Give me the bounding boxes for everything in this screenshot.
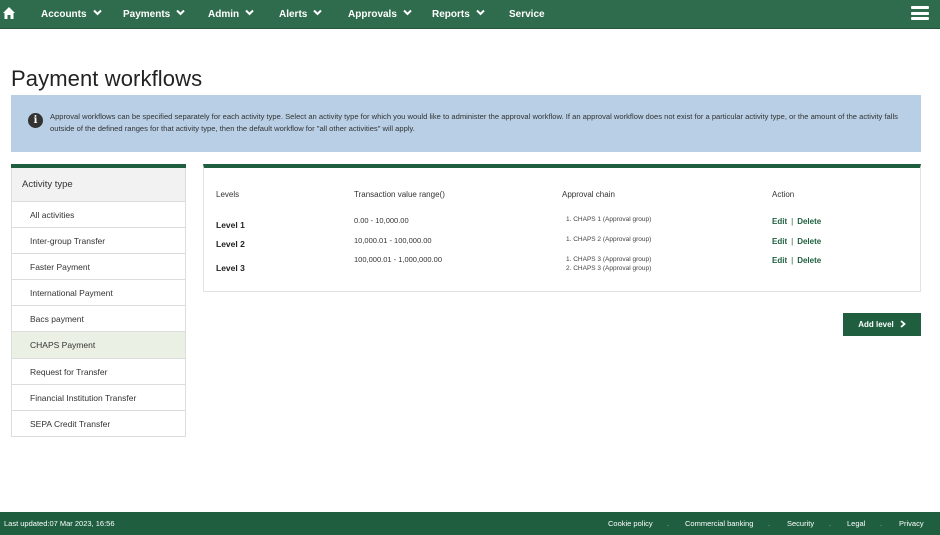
approval-chain-entry: 1. CHAPS 1 (Approval group) bbox=[566, 216, 652, 223]
footer: Last updated:07 Mar 2023, 16:56 Cookie p… bbox=[0, 512, 940, 535]
column-header-levels: Levels bbox=[216, 190, 240, 199]
activity-item-sepa-credit-transfer[interactable]: SEPA Credit Transfer bbox=[11, 410, 186, 437]
chevron-down-icon bbox=[403, 10, 412, 16]
nav-payments-label: Payments bbox=[123, 9, 171, 20]
column-header-range: Transaction value range() bbox=[354, 190, 445, 199]
level-range: 10,000.01 - 100,000.00 bbox=[354, 236, 432, 245]
footer-separator: . bbox=[768, 519, 771, 528]
nav-accounts[interactable]: Accounts bbox=[41, 0, 102, 29]
chevron-down-icon bbox=[176, 10, 185, 16]
home-icon[interactable] bbox=[2, 6, 16, 20]
activity-type-panel: Activity type All activities Inter-group… bbox=[11, 164, 186, 437]
level-approval-chain: 1. CHAPS 2 (Approval group) bbox=[566, 235, 651, 244]
chevron-down-icon bbox=[476, 10, 485, 16]
level-actions: Edit | Delete bbox=[772, 217, 821, 226]
level-name: Level 2 bbox=[216, 239, 245, 249]
edit-link[interactable]: Edit bbox=[772, 237, 787, 246]
menu-icon[interactable] bbox=[911, 6, 929, 20]
column-header-chain: Approval chain bbox=[562, 190, 615, 199]
level-approval-chain: 1. CHAPS 1 (Approval group) bbox=[566, 215, 651, 224]
level-name: Level 3 bbox=[216, 263, 245, 273]
edit-link[interactable]: Edit bbox=[772, 217, 787, 226]
footer-link-security[interactable]: Security bbox=[787, 512, 814, 535]
info-text: Approval workflows can be specified sepa… bbox=[50, 112, 898, 133]
nav-reports[interactable]: Reports bbox=[432, 0, 485, 29]
level-range: 0.00 - 10,000.00 bbox=[354, 216, 409, 225]
chevron-down-icon bbox=[313, 10, 323, 16]
delete-link[interactable]: Delete bbox=[797, 237, 821, 246]
page-title: Payment workflows bbox=[11, 66, 203, 91]
footer-separator: . bbox=[829, 519, 832, 528]
activity-item-all-activities[interactable]: All activities bbox=[11, 202, 186, 229]
nav-service-label: Service bbox=[509, 9, 545, 20]
activity-item-request-for-transfer[interactable]: Request for Transfer bbox=[11, 358, 186, 385]
levels-table: Levels Transaction value range() Approva… bbox=[203, 164, 921, 292]
nav-admin[interactable]: Admin bbox=[208, 0, 254, 29]
level-name: Level 1 bbox=[216, 220, 245, 230]
add-level-label: Add level bbox=[858, 320, 894, 329]
delete-link[interactable]: Delete bbox=[797, 217, 821, 226]
footer-link-commercial-banking[interactable]: Commercial banking bbox=[685, 512, 753, 535]
nav-admin-label: Admin bbox=[208, 9, 240, 20]
footer-link-cookie-policy[interactable]: Cookie policy bbox=[608, 512, 653, 535]
footer-link-privacy[interactable]: Privacy bbox=[899, 512, 924, 535]
nav-alerts-label: Alerts bbox=[279, 9, 308, 20]
activity-item-inter-group-transfer[interactable]: Inter-group Transfer bbox=[11, 228, 186, 255]
edit-link[interactable]: Edit bbox=[772, 256, 787, 265]
action-separator: | bbox=[791, 256, 794, 265]
footer-separator: . bbox=[667, 519, 670, 528]
chevron-down-icon bbox=[92, 10, 102, 16]
nav-reports-label: Reports bbox=[432, 9, 470, 20]
add-level-button[interactable]: Add level bbox=[843, 313, 921, 336]
action-separator: | bbox=[791, 237, 794, 246]
approval-chain-entry: 2. CHAPS 3 (Approval group) bbox=[566, 265, 652, 272]
level-actions: Edit | Delete bbox=[772, 256, 821, 265]
level-actions: Edit | Delete bbox=[772, 237, 821, 246]
chevron-right-icon bbox=[900, 320, 906, 328]
activity-item-chaps-payment[interactable]: CHAPS Payment bbox=[11, 332, 186, 359]
approval-chain-entry: 1. CHAPS 3 (Approval group) bbox=[566, 256, 652, 263]
chevron-down-icon bbox=[245, 10, 254, 16]
nav-approvals-label: Approvals bbox=[348, 9, 397, 20]
delete-link[interactable]: Delete bbox=[797, 256, 821, 265]
activity-item-faster-payment[interactable]: Faster Payment bbox=[11, 254, 186, 281]
nav-service[interactable]: Service bbox=[509, 0, 545, 29]
activity-item-bacs-payment[interactable]: Bacs payment bbox=[11, 306, 186, 333]
top-navigation: Accounts Payments Admin Alerts Approvals… bbox=[0, 0, 940, 29]
approval-chain-entry: 1. CHAPS 2 (Approval group) bbox=[566, 236, 652, 243]
activity-type-header: Activity type bbox=[11, 168, 186, 202]
last-updated: Last updated:07 Mar 2023, 16:56 bbox=[4, 519, 115, 528]
footer-separator: . bbox=[880, 519, 883, 528]
activity-item-financial-institution-transfer[interactable]: Financial Institution Transfer bbox=[11, 384, 186, 411]
nav-approvals[interactable]: Approvals bbox=[348, 0, 412, 29]
action-separator: | bbox=[791, 217, 794, 226]
info-icon: i bbox=[28, 113, 43, 128]
footer-link-legal[interactable]: Legal bbox=[847, 512, 865, 535]
activity-item-international-payment[interactable]: International Payment bbox=[11, 280, 186, 307]
level-approval-chain: 1. CHAPS 3 (Approval group) 2. CHAPS 3 (… bbox=[566, 255, 651, 273]
nav-payments[interactable]: Payments bbox=[123, 0, 185, 29]
nav-alerts[interactable]: Alerts bbox=[279, 0, 323, 29]
info-banner: i Approval workflows can be specified se… bbox=[11, 95, 921, 152]
column-header-action: Action bbox=[772, 190, 795, 199]
nav-accounts-label: Accounts bbox=[41, 9, 87, 20]
level-range: 100,000.01 - 1,000,000.00 bbox=[354, 255, 442, 264]
